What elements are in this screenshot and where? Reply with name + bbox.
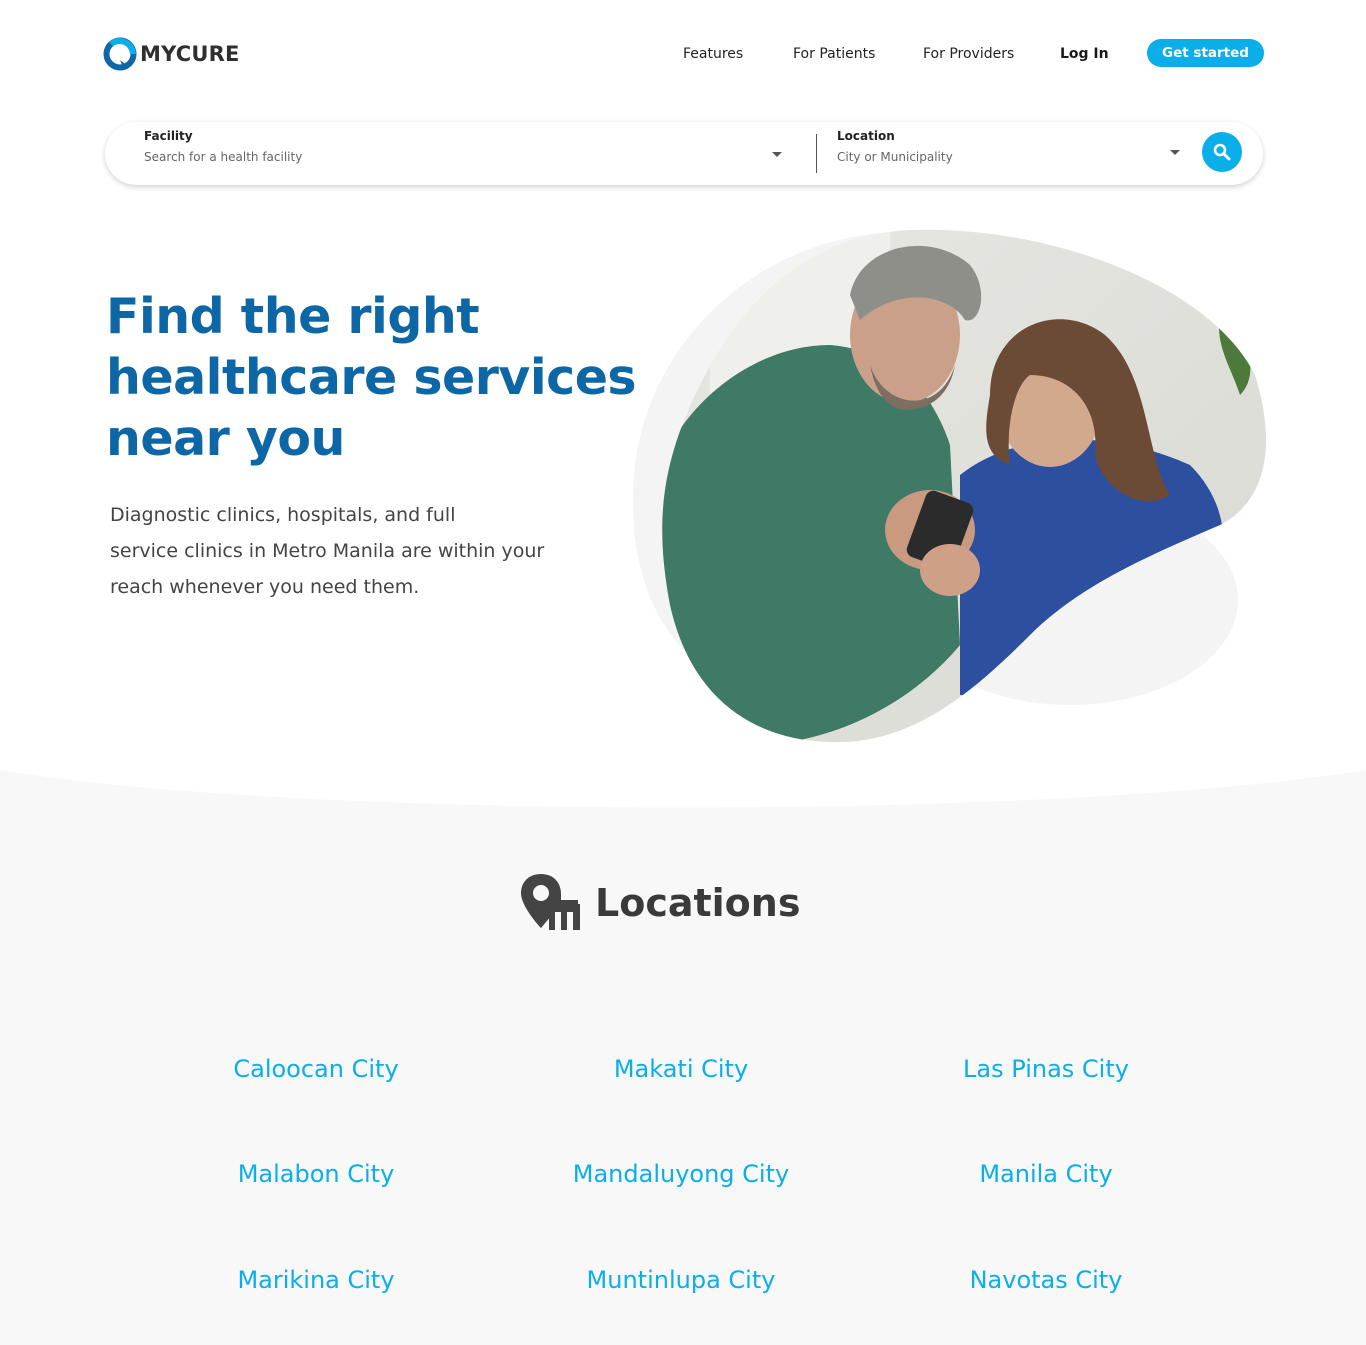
hero-image <box>632 229 1267 743</box>
locations-title: Locations <box>595 881 801 925</box>
search-divider <box>816 134 817 173</box>
nav-login[interactable]: Log In <box>1060 46 1109 62</box>
city-link[interactable]: Makati City <box>501 1055 861 1083</box>
hero-description-line: Diagnostic clinics, hospitals, and full <box>110 504 456 526</box>
city-link[interactable]: Muntinlupa City <box>501 1266 861 1294</box>
locations-heading: Locations <box>519 872 800 934</box>
nav-for-providers[interactable]: For Providers <box>923 46 1014 62</box>
locations-section: Locations Caloocan City Makati City Las … <box>0 770 1366 1345</box>
search-bar: Facility Search for a health facility Lo… <box>105 122 1263 185</box>
location-building-icon <box>521 874 580 930</box>
search-icon <box>1213 143 1231 161</box>
hero-title-line: near you <box>106 410 345 467</box>
hero-title: Find the right healthcare services near … <box>106 286 646 469</box>
search-button[interactable] <box>1202 132 1242 172</box>
hero-description-line: reach whenever you need them. <box>110 576 420 598</box>
city-link[interactable]: Manila City <box>866 1160 1226 1188</box>
hero-description-line: service clinics in Metro Manila are with… <box>110 540 545 562</box>
facility-dropdown-icon[interactable] <box>772 152 782 157</box>
city-link[interactable]: Malabon City <box>136 1160 496 1188</box>
get-started-button[interactable]: Get started <box>1147 39 1264 67</box>
city-link[interactable]: Navotas City <box>866 1266 1226 1294</box>
city-link[interactable]: Marikina City <box>136 1266 496 1294</box>
location-label: Location <box>837 129 895 143</box>
header: MYCURE Features For Patients For Provide… <box>0 0 1366 100</box>
city-link[interactable]: Las Pinas City <box>866 1055 1226 1083</box>
hero-title-line: healthcare services <box>106 349 637 406</box>
facility-input[interactable]: Search for a health facility <box>144 150 302 164</box>
location-input[interactable]: City or Municipality <box>837 150 953 164</box>
hero-title-line: Find the right <box>106 288 480 345</box>
hero-description: Diagnostic clinics, hospitals, and full … <box>110 497 580 605</box>
city-link[interactable]: Mandaluyong City <box>501 1160 861 1188</box>
city-link[interactable]: Caloocan City <box>136 1055 496 1083</box>
facility-label: Facility <box>144 129 193 143</box>
nav-for-patients[interactable]: For Patients <box>793 46 875 62</box>
nav-features[interactable]: Features <box>683 46 743 62</box>
location-dropdown-icon[interactable] <box>1170 150 1180 155</box>
